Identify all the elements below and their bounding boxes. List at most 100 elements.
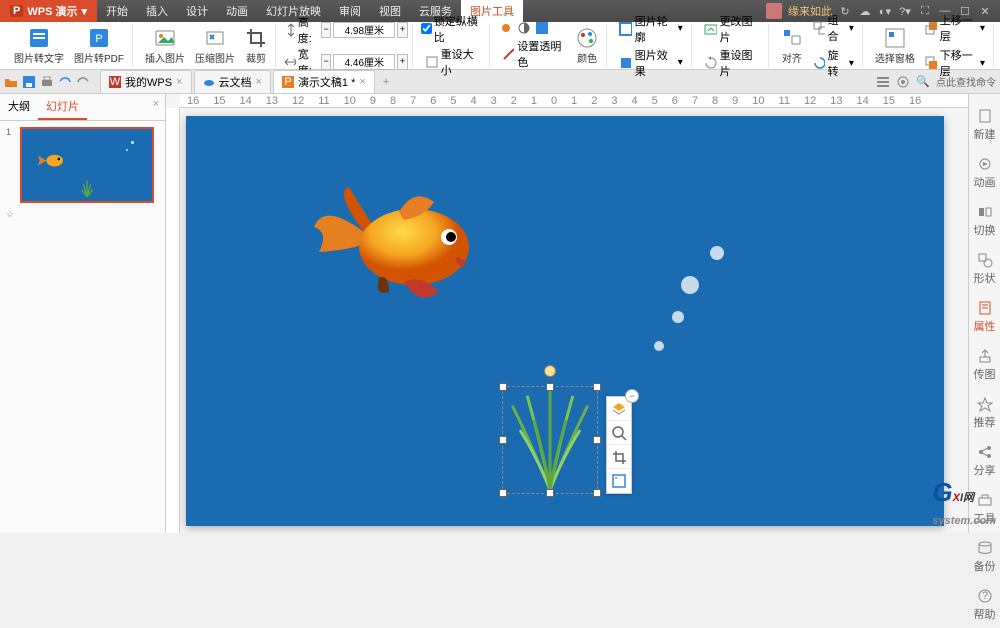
rp-animation[interactable]: 动画 (974, 150, 996, 196)
height-minus[interactable]: − (321, 22, 331, 38)
pic-to-pdf-icon: P (88, 27, 110, 49)
reset-size-icon (425, 55, 438, 69)
ruler-horizontal: 1615141312111098765432101234567891011121… (180, 94, 968, 108)
align-icon (781, 27, 803, 49)
slide-thumbnail-1[interactable] (20, 127, 154, 203)
list-icon[interactable] (876, 75, 890, 89)
print-icon[interactable] (40, 75, 54, 89)
dropdown-icon: ▾ (81, 5, 87, 18)
rp-property[interactable]: 属性 (974, 294, 996, 340)
rp-new[interactable]: 新建 (974, 102, 996, 148)
contrast-icon[interactable] (516, 20, 532, 36)
brightness-icon[interactable] (498, 20, 514, 36)
menu-design[interactable]: 设计 (177, 0, 217, 22)
undo-icon[interactable] (58, 75, 72, 89)
width-input[interactable] (333, 54, 395, 70)
width-plus[interactable]: + (397, 54, 407, 70)
rotate-button[interactable]: 旋转▾ (809, 46, 858, 80)
rp-recommend[interactable]: 推荐 (974, 390, 996, 436)
menu-animation[interactable]: 动画 (217, 0, 257, 22)
compress-pic-button[interactable]: 压缩图片 (191, 25, 239, 67)
menu-insert[interactable]: 插入 (137, 0, 177, 22)
close-tab-icon[interactable]: × (176, 76, 182, 88)
float-zoom-button[interactable] (607, 421, 631, 445)
pic-to-pdf-button[interactable]: P 图片转PDF (70, 25, 128, 67)
new-icon (977, 108, 993, 124)
slide-panel: 大纲 幻灯片 × 1 ☆ (0, 94, 166, 533)
cloud-icon[interactable]: ☁ (858, 4, 872, 18)
width-minus[interactable]: − (321, 54, 331, 70)
open-icon[interactable] (4, 75, 18, 89)
canvas-area: 1615141312111098765432101234567891011121… (166, 94, 968, 533)
bubble (654, 341, 664, 351)
resize-handle-bl[interactable] (499, 489, 507, 497)
transparent-icon (502, 47, 514, 61)
new-tab-button[interactable]: + (377, 76, 395, 88)
resize-handle-bm[interactable] (546, 489, 554, 497)
skin-icon[interactable]: ◐▾ (878, 4, 892, 18)
backup-icon (977, 540, 993, 556)
pic-to-text-button[interactable]: 图片转文字 (10, 25, 68, 67)
settings-icon[interactable] (896, 75, 910, 89)
share-icon (977, 444, 993, 460)
group-button[interactable]: 组合▾ (809, 11, 858, 45)
reset-size-button[interactable]: 重设大小 (421, 45, 485, 79)
panel-close-icon[interactable]: × (147, 94, 165, 120)
resize-handle-tl[interactable] (499, 383, 507, 391)
shape-icon (977, 252, 993, 268)
app-badge[interactable]: WPS 演示 ▾ (0, 0, 97, 22)
menu-start[interactable]: 开始 (97, 0, 137, 22)
plant-image[interactable] (503, 387, 597, 493)
slide-anim-marker: ☆ (6, 209, 159, 220)
fish-image[interactable] (304, 172, 504, 322)
close-tab-icon[interactable]: × (359, 76, 365, 88)
search-hint[interactable]: 点此查找命令 (936, 74, 996, 89)
redo-icon[interactable] (76, 75, 90, 89)
floating-toolbar: − (606, 396, 632, 494)
doc-tab-mywps[interactable]: W 我的WPS × (100, 70, 192, 93)
plant-selection[interactable] (502, 386, 598, 494)
float-close-icon[interactable]: − (625, 389, 639, 403)
bubble (681, 276, 699, 294)
pic-effect-button[interactable]: 图片效果▾ (615, 46, 687, 80)
search-icon[interactable]: 🔍 (916, 75, 930, 88)
transparent-color-button[interactable]: 设置透明色 (498, 37, 570, 71)
recolor-icon[interactable] (534, 20, 550, 36)
bring-forward-button[interactable]: 上移一层▾ (921, 11, 989, 45)
watermark: GXI网 system.com (932, 477, 996, 529)
rp-backup[interactable]: 备份 (974, 534, 996, 580)
rp-upload[interactable]: 传图 (974, 342, 996, 388)
help-icon[interactable]: ?▾ (898, 4, 912, 18)
pic-outline-button[interactable]: 图片轮廓▾ (615, 12, 687, 46)
change-pic-button[interactable]: 更改图片 (700, 12, 764, 46)
insert-pic-button[interactable]: 插入图片 (141, 25, 189, 67)
resize-handle-mr[interactable] (593, 436, 601, 444)
slide-canvas[interactable]: − (186, 116, 944, 526)
height-input[interactable] (333, 22, 395, 38)
selection-pane-button[interactable]: 选择窗格 (871, 25, 919, 67)
slides-tab[interactable]: 幻灯片 (38, 94, 87, 120)
float-frame-button[interactable] (607, 469, 631, 493)
align-button[interactable]: 对齐 (777, 25, 807, 67)
reset-pic-button[interactable]: 重设图片 (700, 46, 764, 80)
user-avatar[interactable] (766, 3, 782, 19)
resize-handle-tm[interactable] (546, 383, 554, 391)
float-crop-button[interactable] (607, 445, 631, 469)
resize-handle-br[interactable] (593, 489, 601, 497)
save-icon[interactable] (22, 75, 36, 89)
doc-tab-presentation[interactable]: P 演示文稿1 * × (273, 70, 375, 93)
resize-handle-tr[interactable] (593, 383, 601, 391)
color-button[interactable]: 颜色 (572, 25, 602, 67)
rp-help[interactable]: ?帮助 (974, 582, 996, 628)
close-tab-icon[interactable]: × (256, 76, 262, 88)
crop-button[interactable]: 裁剪 (241, 25, 271, 67)
doc-tab-cloud[interactable]: 云文档 × (194, 70, 271, 93)
height-plus[interactable]: + (397, 22, 407, 38)
resize-handle-ml[interactable] (499, 436, 507, 444)
lock-ratio-checkbox[interactable]: 锁定纵横比 (421, 13, 485, 45)
rp-shape[interactable]: 形状 (974, 246, 996, 292)
rp-transition[interactable]: 切换 (974, 198, 996, 244)
rotate-handle[interactable] (544, 365, 556, 377)
ribbon: 图片转文字 P 图片转PDF 插入图片 压缩图片 裁剪 高度: − + (0, 22, 1000, 70)
outline-tab[interactable]: 大纲 (0, 94, 38, 120)
